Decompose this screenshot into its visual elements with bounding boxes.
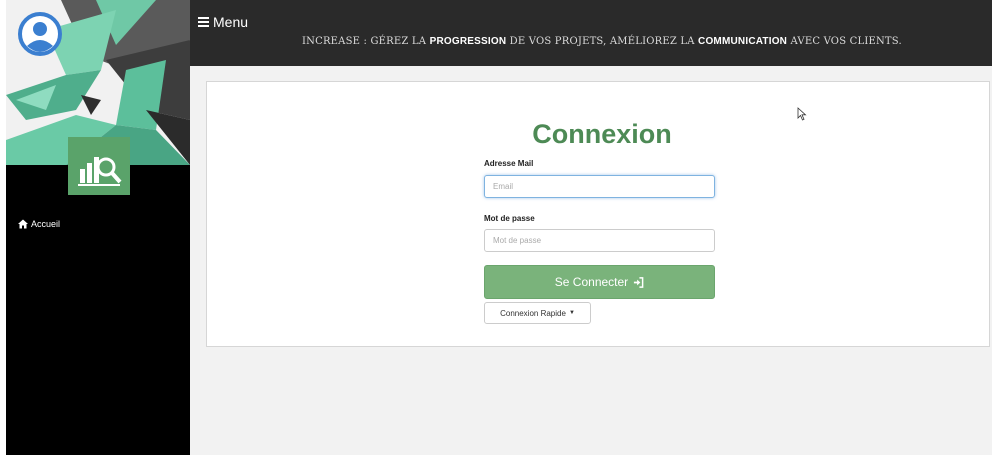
home-icon (18, 219, 28, 229)
top-bar: Menu Increase : Gérez la progression de … (190, 0, 992, 66)
caret-down-icon: ▼ (568, 310, 575, 316)
login-panel: Connexion Adresse Mail Mot de passe Se C… (206, 81, 990, 347)
sidebar: Accueil (6, 0, 190, 455)
sidebar-item-accueil[interactable]: Accueil (18, 219, 60, 229)
hamburger-icon (198, 17, 209, 27)
page-title: Connexion (207, 119, 991, 150)
menu-label: Menu (213, 14, 249, 30)
chart-search-icon (68, 137, 130, 195)
tagline-text-3: avec vos clients. (787, 36, 902, 47)
email-field[interactable] (484, 175, 715, 198)
app-root: Accueil Menu Increase : Gérez la progres… (0, 0, 992, 461)
quick-login-dropdown[interactable]: Connexion Rapide ▼ (484, 302, 591, 324)
tagline-text-2: de vos projets, améliorez la (506, 36, 699, 47)
login-button[interactable]: Se Connecter (484, 265, 715, 299)
mouse-cursor-icon (797, 107, 807, 121)
login-button-label: Se Connecter (554, 275, 629, 289)
sign-in-icon (634, 276, 644, 288)
password-field[interactable] (484, 229, 715, 252)
menu-toggle-button[interactable]: Menu (198, 14, 248, 30)
quick-login-label: Connexion Rapide (500, 308, 566, 318)
tagline-bold-1: progression (429, 36, 507, 47)
page-title-text: Connexion (532, 119, 672, 149)
password-label: Mot de passe (484, 214, 535, 223)
tagline: Increase : Gérez la progression de vos p… (302, 36, 902, 47)
tagline-text-1: Increase : Gérez la (302, 36, 430, 47)
app-logo (68, 137, 130, 195)
tagline-bold-2: communication (698, 36, 788, 47)
email-label: Adresse Mail (484, 159, 534, 168)
user-avatar-icon[interactable] (18, 12, 62, 56)
sidebar-item-label: Accueil (31, 219, 61, 229)
main-content: Connexion Adresse Mail Mot de passe Se C… (190, 66, 992, 455)
